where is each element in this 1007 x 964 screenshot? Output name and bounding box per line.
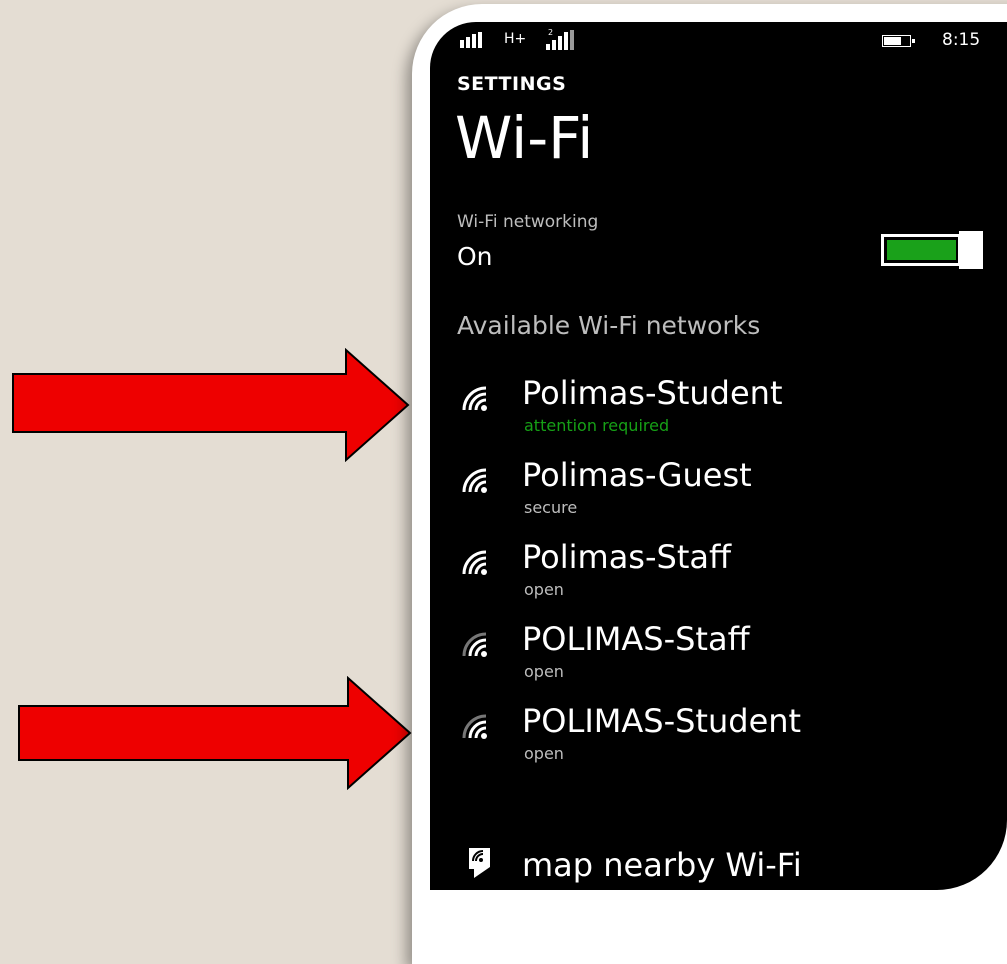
network-name: Polimas-Student (522, 374, 783, 412)
map-nearby-wifi-label: map nearby Wi-Fi (522, 846, 802, 884)
network-status: open (524, 662, 564, 681)
settings-label: SETTINGS (457, 73, 567, 95)
wifi-toggle-switch[interactable] (881, 231, 983, 269)
network-type: H+ (504, 31, 527, 47)
network-item-polimas-staff-upper[interactable]: POLIMAS-Staff open (430, 620, 1007, 692)
network-item-polimas-guest[interactable]: Polimas-Guest secure (430, 456, 1007, 528)
network-name: Polimas-Guest (522, 456, 752, 494)
network-name: POLIMAS-Staff (522, 620, 750, 658)
map-nearby-wifi-button[interactable]: map nearby Wi-Fi (430, 834, 1007, 890)
available-networks-heading: Available Wi-Fi networks (457, 311, 761, 340)
signal-strength-icon (460, 32, 482, 48)
clock: 8:15 (942, 30, 981, 50)
wifi-signal-icon (462, 468, 487, 493)
page-title: Wi-Fi (455, 104, 594, 172)
status-bar: H+ 2 8:15 (430, 22, 1007, 62)
network-status: open (524, 744, 564, 763)
network-status: attention required (524, 416, 670, 435)
toggle-knob[interactable] (959, 231, 983, 269)
wifi-signal-icon (462, 386, 487, 411)
toggle-fill (887, 240, 956, 260)
map-pin-icon (469, 848, 490, 878)
wifi-signal-weak-icon (462, 714, 487, 739)
network-item-polimas-student-upper[interactable]: POLIMAS-Student open (430, 702, 1007, 774)
network-status: secure (524, 498, 578, 517)
battery-icon (882, 35, 915, 47)
red-arrow-icon (12, 348, 410, 462)
network-name: POLIMAS-Student (522, 702, 802, 740)
network-name: Polimas-Staff (522, 538, 732, 576)
wifi-signal-weak-icon (462, 632, 487, 657)
network-item-polimas-staff[interactable]: Polimas-Staff open (430, 538, 1007, 610)
wifi-networking-value: On (457, 242, 493, 271)
svg-text:2: 2 (548, 28, 553, 37)
phone-screen: H+ 2 8:15 SETTINGS Wi-Fi Wi-Fi networkin… (430, 22, 1007, 890)
wifi-networking-label: Wi-Fi networking (457, 212, 599, 232)
network-status: open (524, 580, 564, 599)
sim2-signal-icon: 2 (546, 28, 574, 50)
network-item-polimas-student[interactable]: Polimas-Student attention required (430, 374, 1007, 446)
wifi-signal-icon (462, 550, 487, 575)
red-arrow-icon (18, 676, 412, 790)
